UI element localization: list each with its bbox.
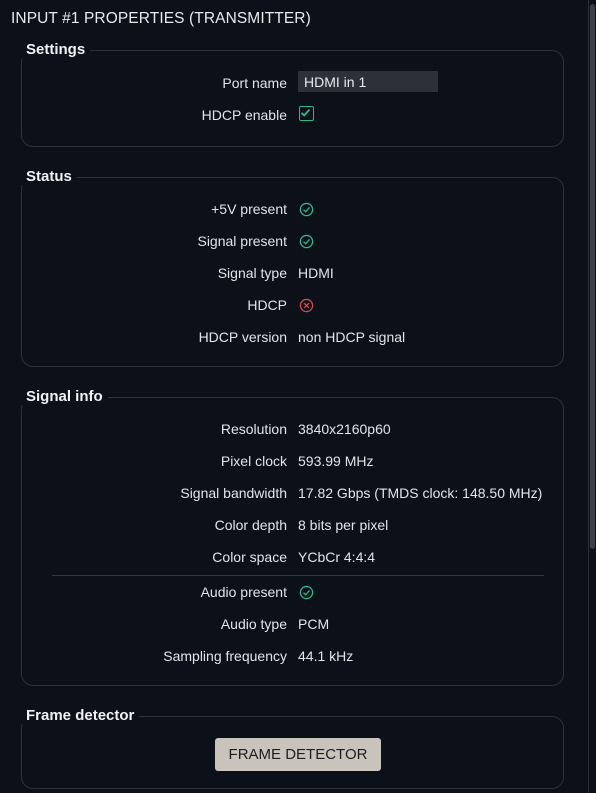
- hdcp-version-row: HDCP version non HDCP signal: [22, 327, 563, 351]
- audio-present-label: Audio present: [200, 584, 287, 600]
- color-space-value: YCbCr 4:4:4: [298, 549, 376, 565]
- port-name-label: Port name: [222, 75, 287, 91]
- sampling-value: 44.1 kHz: [298, 648, 354, 664]
- section-divider: [52, 575, 544, 576]
- color-space-label: Color space: [212, 549, 287, 565]
- frame-detector-section: FRAME DETECTOR: [21, 716, 564, 789]
- port-name-row: Port name: [22, 71, 563, 97]
- pixel-clock-value: 593.99 MHz: [298, 453, 374, 469]
- checkmark-icon: [300, 108, 311, 117]
- error-circle-icon: [299, 298, 314, 313]
- bandwidth-label: Signal bandwidth: [180, 485, 287, 501]
- vertical-scrollbar[interactable]: [589, 0, 596, 793]
- audio-type-value: PCM: [298, 616, 330, 632]
- audio-present-row: Audio present: [22, 582, 563, 606]
- status-title: Status: [21, 168, 77, 185]
- frame-detector-title: Frame detector: [21, 707, 140, 724]
- resolution-value: 3840x2160p60: [298, 421, 391, 437]
- hdcp-version-label: HDCP version: [198, 329, 287, 345]
- frame-detector-button[interactable]: FRAME DETECTOR: [215, 738, 381, 771]
- color-depth-row: Color depth 8 bits per pixel: [22, 515, 563, 539]
- port-name-input[interactable]: [298, 71, 438, 92]
- settings-title: Settings: [21, 41, 91, 58]
- properties-panel: INPUT #1 PROPERTIES (TRANSMITTER) Port n…: [0, 0, 589, 793]
- pixel-clock-label: Pixel clock: [220, 453, 287, 469]
- color-depth-value: 8 bits per pixel: [298, 517, 389, 533]
- five-v-label: +5V present: [211, 201, 287, 217]
- signal-present-row: Signal present: [22, 231, 563, 255]
- check-circle-icon: [299, 234, 314, 249]
- signal-type-row: Signal type HDMI: [22, 263, 563, 287]
- signal-info-title: Signal info: [21, 388, 108, 405]
- bandwidth-value: 17.82 Gbps (TMDS clock: 148.50 MHz): [298, 485, 543, 501]
- audio-type-label: Audio type: [220, 616, 287, 632]
- settings-section: Port name HDCP enable: [21, 50, 564, 147]
- check-circle-icon: [299, 202, 314, 217]
- signal-type-value: HDMI: [298, 265, 334, 281]
- sampling-label: Sampling frequency: [163, 648, 287, 664]
- signal-type-label: Signal type: [217, 265, 287, 281]
- hdcp-enable-label: HDCP enable: [201, 107, 287, 123]
- check-circle-icon: [299, 585, 314, 600]
- color-depth-label: Color depth: [214, 517, 287, 533]
- hdcp-version-value: non HDCP signal: [298, 329, 406, 345]
- pixel-clock-row: Pixel clock 593.99 MHz: [22, 451, 563, 475]
- bandwidth-row: Signal bandwidth 17.82 Gbps (TMDS clock:…: [22, 483, 563, 507]
- panel-title: INPUT #1 PROPERTIES (TRANSMITTER): [11, 10, 311, 27]
- color-space-row: Color space YCbCr 4:4:4: [22, 547, 563, 571]
- status-section: +5V present Signal present Signal type H…: [21, 177, 564, 367]
- resolution-label: Resolution: [220, 421, 287, 437]
- hdcp-label: HDCP: [247, 297, 287, 313]
- hdcp-enable-row: HDCP enable: [22, 105, 563, 129]
- sampling-row: Sampling frequency 44.1 kHz: [22, 646, 563, 670]
- resolution-row: Resolution 3840x2160p60: [22, 419, 563, 443]
- scrollbar-thumb[interactable]: [590, 4, 595, 549]
- five-v-row: +5V present: [22, 199, 563, 223]
- signal-info-section: Resolution 3840x2160p60 Pixel clock 593.…: [21, 397, 564, 686]
- audio-type-row: Audio type PCM: [22, 614, 563, 638]
- signal-present-label: Signal present: [197, 233, 287, 249]
- hdcp-row: HDCP: [22, 295, 563, 319]
- hdcp-enable-checkbox[interactable]: [299, 106, 314, 121]
